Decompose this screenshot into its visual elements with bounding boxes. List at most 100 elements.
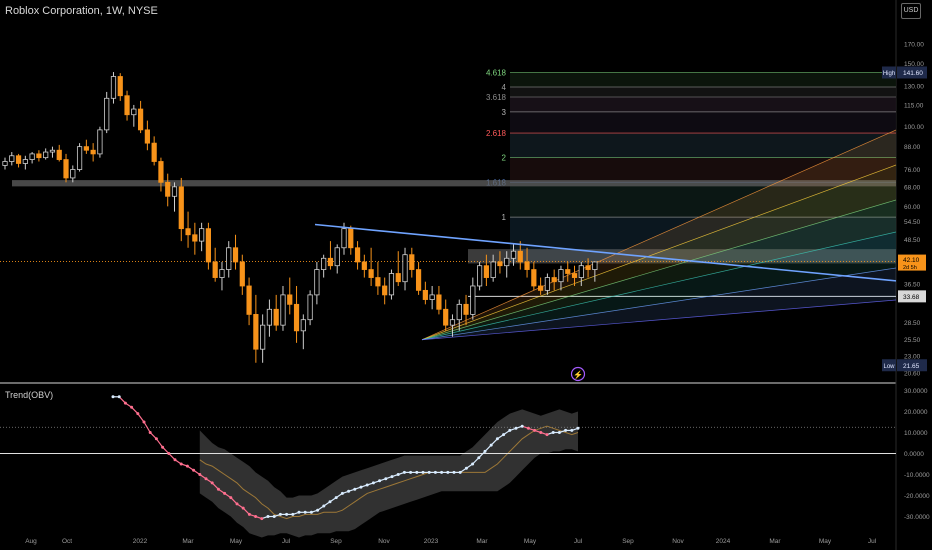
candle (565, 269, 571, 274)
candle (287, 294, 293, 305)
obv-point (235, 502, 239, 506)
candle (321, 257, 327, 270)
time-axis-tick: Jul (868, 538, 877, 545)
fib-level-label: 3.618 (486, 93, 507, 102)
candle (273, 308, 279, 326)
candle (402, 254, 408, 283)
obv-point (471, 462, 475, 466)
candle (144, 129, 150, 144)
candle (110, 76, 117, 99)
price-axis-tick: 60.00 (904, 204, 921, 211)
obv-point (570, 428, 574, 432)
candle (280, 294, 286, 326)
time-axis-tick: Mar (476, 538, 488, 545)
candle (63, 159, 69, 179)
obv-point (334, 496, 338, 500)
candle (558, 269, 564, 283)
candle (361, 261, 367, 270)
price-axis-tick: 48.50 (904, 237, 921, 244)
obv-point (291, 512, 295, 516)
price-axis-tick: 130.00 (904, 83, 924, 90)
candle (293, 303, 300, 332)
obv-point (446, 470, 450, 474)
obv-point (533, 428, 537, 432)
candle (456, 303, 462, 321)
price-axis-tick: 28.50 (904, 320, 921, 327)
obv-indicator-title: Trend(OBV) (5, 390, 54, 400)
obv-axis-tick: 20.0000 (904, 409, 928, 416)
obv-point (229, 496, 233, 500)
price-axis-tick: 88.00 (904, 144, 921, 151)
currency-button[interactable]: USD (901, 3, 921, 19)
low-value-label: 21.65 (903, 363, 920, 370)
candle (9, 155, 15, 162)
candle (409, 254, 415, 270)
obv-axis-tick: 30.0000 (904, 388, 928, 395)
obv-point (111, 395, 115, 399)
candle (388, 273, 395, 296)
candle (232, 247, 239, 263)
candle (443, 308, 449, 326)
fib-band (510, 97, 896, 112)
fib-band (510, 111, 896, 134)
time-axis-tick: 2024 (716, 538, 731, 545)
time-axis-tick: Nov (378, 538, 390, 545)
obv-point (185, 464, 189, 468)
obv-point (440, 470, 444, 474)
candle (504, 257, 510, 267)
obv-point (433, 470, 437, 474)
obv-point (421, 470, 425, 474)
candle (76, 146, 83, 170)
obv-point (154, 437, 158, 441)
time-axis-tick: May (230, 538, 243, 545)
candle (585, 265, 591, 270)
obv-point (520, 424, 524, 428)
candle (158, 161, 164, 183)
obv-point (260, 517, 264, 521)
candle (90, 149, 96, 155)
candle (449, 319, 456, 326)
time-axis-tick: Jul (574, 538, 583, 545)
candle (544, 277, 551, 291)
time-axis-tick: Oct (62, 538, 72, 545)
candle (239, 261, 245, 287)
price-axis-tick: 115.00 (904, 102, 924, 109)
obv-point (161, 445, 165, 449)
obv-point (464, 466, 468, 470)
bar-countdown-label: 2d 5h (903, 265, 917, 271)
obv-point (526, 426, 530, 430)
candle (578, 265, 584, 278)
obv-point (551, 431, 555, 434)
candle (151, 142, 157, 162)
candle (300, 319, 306, 332)
candle (260, 324, 266, 350)
obv-segment (155, 438, 164, 448)
candle (497, 261, 503, 267)
chart-title: Roblox Corporation, 1W, NYSE (5, 5, 158, 17)
obv-point (396, 473, 400, 476)
obv-axis-tick: 0.0000 (904, 451, 924, 458)
candle (415, 269, 422, 291)
fib-level-label: 4.618 (486, 68, 507, 77)
obv-point (409, 470, 413, 474)
chart-area[interactable]: 4.61843.61832.61821.6181⚡170.00150.00130… (0, 0, 932, 550)
obv-segment (137, 413, 145, 423)
obv-point (415, 470, 419, 474)
candle (422, 289, 428, 300)
obv-point (340, 491, 344, 495)
obv-point (322, 504, 326, 508)
price-axis-tick: 20.60 (904, 371, 921, 378)
price-axis-tick: 68.00 (904, 184, 921, 191)
candle (436, 294, 442, 310)
fib-level-label: 1 (502, 213, 507, 222)
obv-point (247, 512, 251, 516)
obv-point (285, 512, 289, 516)
obv-point (297, 510, 301, 514)
price-axis-tick: 36.50 (904, 281, 921, 288)
obv-point (458, 470, 462, 474)
obv-point (179, 462, 183, 466)
candle (246, 285, 252, 315)
obv-point (210, 481, 214, 485)
candle (199, 228, 205, 242)
price-axis-tick: 76.00 (904, 167, 921, 174)
